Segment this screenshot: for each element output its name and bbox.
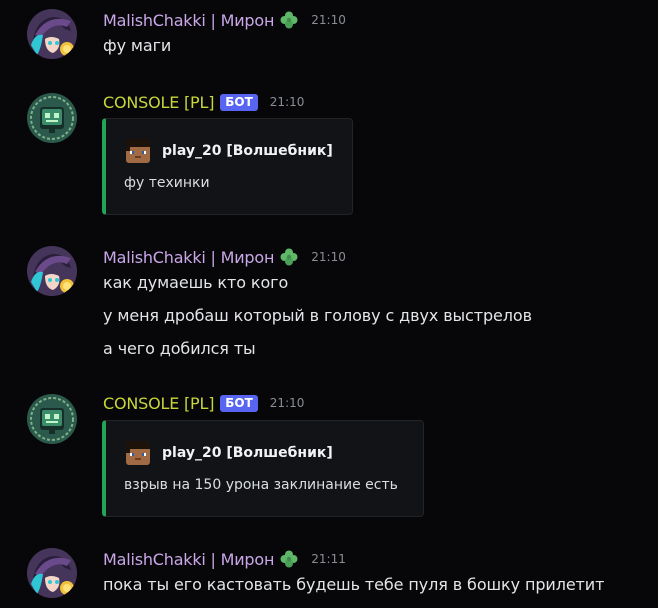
message-text: у меня дробаш который в голову с двух вы… [103,306,532,325]
embed-author: play_20 [Волшебник] [126,139,333,163]
avatar[interactable] [27,548,77,598]
message-text: а чего добился ты [103,339,256,358]
witch-avatar-icon [27,9,77,59]
avatar[interactable] [27,394,77,444]
author-name[interactable]: CONSOLE [PL] [103,93,214,112]
message-text: фу маги [103,36,172,55]
message-header: MalishChakki | Мирон 21:10 [103,246,346,268]
clover-icon [279,549,299,569]
bot-tag: БОТ [220,394,258,412]
console-bot-avatar-icon [27,394,77,444]
skin-head-icon [126,441,150,465]
author-name[interactable]: MalishChakki | Мирон [103,11,274,30]
embed-description: фу техинки [124,175,210,191]
author-name[interactable]: MalishChakki | Мирон [103,248,274,267]
timestamp[interactable]: 21:10 [311,250,346,264]
bot-tag: БОТ [220,93,258,111]
witch-avatar-icon [27,548,77,598]
author-name[interactable]: CONSOLE [PL] [103,394,214,413]
author-name[interactable]: MalishChakki | Мирон [103,550,274,569]
message-text: пока ты его кастовать будешь тебе пуля в… [103,575,605,594]
avatar[interactable] [27,246,77,296]
embed-author: play_20 [Волшебник] [126,441,333,465]
clover-icon [279,10,299,30]
avatar[interactable] [27,93,77,143]
console-bot-avatar-icon [27,93,77,143]
embed-description: взрыв на 150 урона заклинание есть [124,477,398,493]
message-header: MalishChakki | Мирон 21:10 [103,9,346,31]
skin-head-icon [126,139,150,163]
clover-icon [279,247,299,267]
message-header: MalishChakki | Мирон 21:11 [103,548,346,570]
embed-author-name: play_20 [Волшебник] [162,143,333,159]
timestamp[interactable]: 21:10 [270,95,305,109]
embed: play_20 [Волшебник] взрыв на 150 урона з… [102,420,424,517]
avatar[interactable] [27,9,77,59]
message-header: CONSOLE [PL] БОТ 21:10 [103,91,304,113]
timestamp[interactable]: 21:10 [270,396,305,410]
timestamp[interactable]: 21:11 [311,552,346,566]
embed: play_20 [Волшебник] фу техинки [102,118,353,215]
timestamp[interactable]: 21:10 [311,13,346,27]
witch-avatar-icon [27,246,77,296]
embed-author-name: play_20 [Волшебник] [162,445,333,461]
message-header: CONSOLE [PL] БОТ 21:10 [103,392,304,414]
message-text: как думаешь кто кого [103,273,289,292]
